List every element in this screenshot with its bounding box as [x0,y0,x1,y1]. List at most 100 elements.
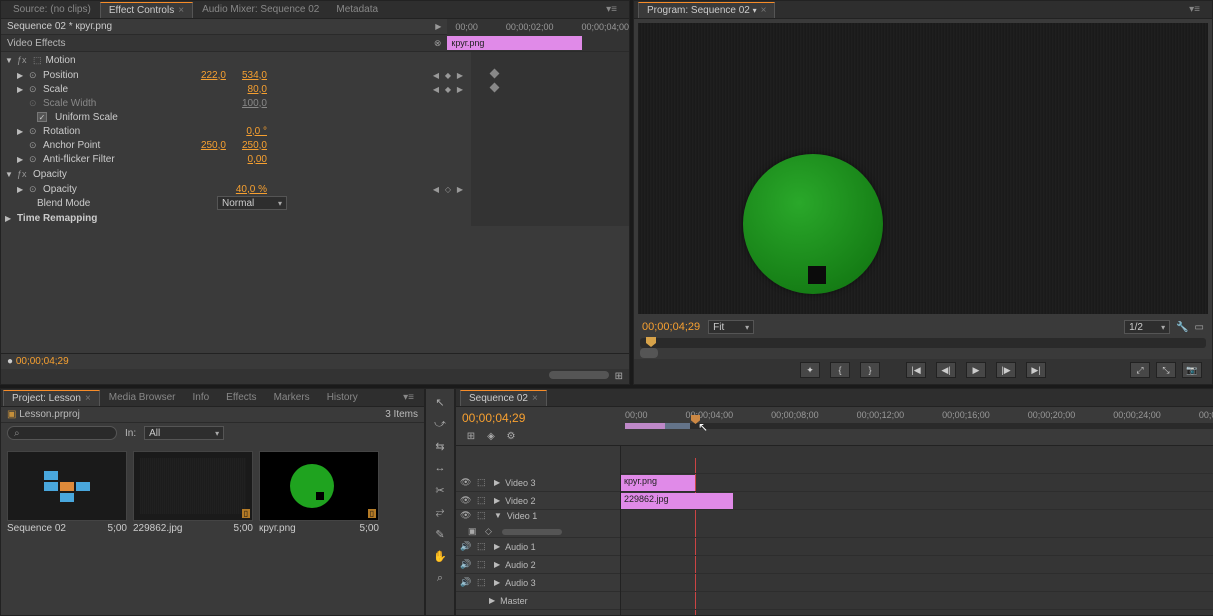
disclosure-icon[interactable]: ▶ [17,85,25,94]
keyframe-icon[interactable] [490,68,500,78]
track-header-a2[interactable]: 🔊⬚ ▶ Audio 2 [456,556,620,574]
playhead-icon[interactable] [646,337,656,347]
step-back-button[interactable]: ◀| [936,362,956,378]
tab-markers[interactable]: Markers [266,390,318,405]
eye-icon[interactable]: 👁 [460,477,472,488]
tab-media-browser[interactable]: Media Browser [101,390,184,405]
lock-icon[interactable]: ⬚ [477,577,489,588]
opacity-value[interactable]: 40,0 % [236,184,267,195]
selection-tool[interactable]: ↖ [431,393,449,411]
tab-effect-controls[interactable]: Effect Controls× [100,2,193,18]
stopwatch-icon[interactable]: ⊙ [29,126,39,137]
track-lanes[interactable]: круг.png 229862.jpg [621,446,1213,615]
disclosure-icon[interactable]: ▶ [17,71,25,80]
disclosure-icon[interactable]: ▼ [5,56,13,65]
disclosure-icon[interactable]: ▼ [494,511,502,520]
resolution-select[interactable]: 1/2 [1124,320,1170,334]
bin-item[interactable]: Sequence 025;00 [7,451,127,607]
ripple-edit-tool[interactable]: ⇆ [431,437,449,455]
track-header-v3[interactable]: 👁⬚ ▶ Video 3 [456,474,620,492]
speaker-icon[interactable]: 🔊 [460,577,472,588]
lane-v1[interactable] [621,510,1213,538]
add-marker-button[interactable]: ✦ [800,362,820,378]
speaker-icon[interactable]: 🔊 [460,541,472,552]
disclosure-icon[interactable]: ▶ [494,478,500,487]
antiflicker-value[interactable]: 0,00 [248,154,267,165]
lane-v3[interactable]: круг.png [621,474,1213,492]
blend-mode-select[interactable]: Normal [217,196,287,210]
tab-audio-mixer[interactable]: Audio Mixer: Sequence 02 [194,2,327,17]
fit-select[interactable]: Fit [708,320,754,334]
position-y-value[interactable]: 534,0 [242,70,267,81]
disclosure-icon[interactable]: ▶ [494,560,500,569]
section-opacity[interactable]: ▼ ƒx Opacity ↺ [1,166,471,182]
track-header-a3[interactable]: 🔊⬚ ▶ Audio 3 [456,574,620,592]
add-kf-icon[interactable]: ◆ [443,84,453,94]
anchor-x-value[interactable]: 250,0 [201,140,226,151]
tab-info[interactable]: Info [184,390,217,405]
chevron-right-icon[interactable]: ▶ [435,22,441,31]
lift-button[interactable]: ⤢ [1130,362,1150,378]
tab-effects[interactable]: Effects [218,390,264,405]
section-motion[interactable]: ▼ ƒx ⬚ Motion ↺ [1,52,471,68]
lock-icon[interactable]: ⬚ [477,495,489,506]
marker-icon[interactable]: ◈ [484,429,498,443]
eye-icon[interactable]: 👁 [460,510,472,521]
prev-kf-icon[interactable]: ◀ [431,184,441,194]
stopwatch-icon[interactable]: ⊙ [29,70,39,81]
ec-toggle-icon[interactable]: ⊞ [615,371,623,382]
eye-icon[interactable]: 👁 [460,495,472,506]
stopwatch-icon[interactable]: ⊙ [29,154,39,165]
timeline-timecode[interactable]: 00;00;04;29 [462,409,615,427]
lane-a2[interactable] [621,556,1213,574]
in-filter-select[interactable]: All [144,426,224,440]
disclosure-icon[interactable]: ▶ [489,596,495,605]
extract-button[interactable]: ⤡ [1156,362,1176,378]
settings-icon[interactable]: ⚙ [504,429,518,443]
play-button[interactable]: ▶ [966,362,986,378]
prev-kf-icon[interactable]: ◀ [431,70,441,80]
next-kf-icon[interactable]: ▶ [455,70,465,80]
ec-time-ruler[interactable]: 00;00 00;00;02;00 00;00;04;00 [447,19,629,35]
track-header-v2[interactable]: 👁⬚ ▶ Video 2 [456,492,620,510]
zoom-slider[interactable] [549,371,609,379]
fx-icon[interactable]: ƒx [17,169,29,179]
lane-a3[interactable] [621,574,1213,592]
prev-kf-icon[interactable]: ◀ [431,84,441,94]
track-select-tool[interactable]: ⤻ [431,415,449,433]
export-frame-button[interactable]: 📷 [1182,362,1202,378]
add-kf-icon[interactable]: ◇ [443,184,453,194]
lock-icon[interactable]: ⬚ [477,559,489,570]
disclosure-icon[interactable]: ▶ [17,127,25,136]
program-zoom-scroll[interactable] [640,350,1206,356]
lock-icon[interactable]: ⬚ [477,541,489,552]
track-header-a1[interactable]: 🔊⬚ ▶ Audio 1 [456,538,620,556]
speaker-icon[interactable]: 🔊 [460,559,472,570]
disclosure-icon[interactable]: ▶ [494,542,500,551]
bin-thumbnail[interactable] [7,451,127,521]
bin-thumbnail[interactable]: ▯ [259,451,379,521]
panel-menu-icon[interactable]: ▾≡ [1181,2,1208,17]
mark-in-button[interactable]: { [830,362,850,378]
collapse-icon[interactable]: ⊗ [434,38,442,49]
snap-icon[interactable]: ⊞ [464,429,478,443]
step-fwd-button[interactable]: |▶ [996,362,1016,378]
program-viewport[interactable] [638,23,1208,314]
close-icon[interactable]: × [532,393,538,404]
timeline-overview[interactable] [625,423,1213,429]
ec-timecode[interactable]: ● 00;00;04;29 [1,354,75,369]
add-kf-icon[interactable]: ◆ [443,70,453,80]
program-scrub-bar[interactable] [640,338,1206,348]
clip-v3[interactable]: круг.png [621,475,695,491]
ec-clip-bar[interactable]: круг.png [447,36,582,50]
tab-sequence[interactable]: Sequence 02× [460,390,547,406]
lock-icon[interactable]: ⬚ [477,510,489,521]
rotation-value[interactable]: 0,0 ° [246,126,267,137]
tab-project[interactable]: Project: Lesson× [3,390,100,406]
track-header-v1[interactable]: 👁⬚ ▼ Video 1 ▣◇ [456,510,620,538]
tab-history[interactable]: History [319,390,366,405]
next-kf-icon[interactable]: ▶ [455,84,465,94]
lock-icon[interactable]: ⬚ [477,477,489,488]
hand-tool[interactable]: ✋ [431,547,449,565]
wrench-icon[interactable]: 🔧 [1176,322,1188,333]
